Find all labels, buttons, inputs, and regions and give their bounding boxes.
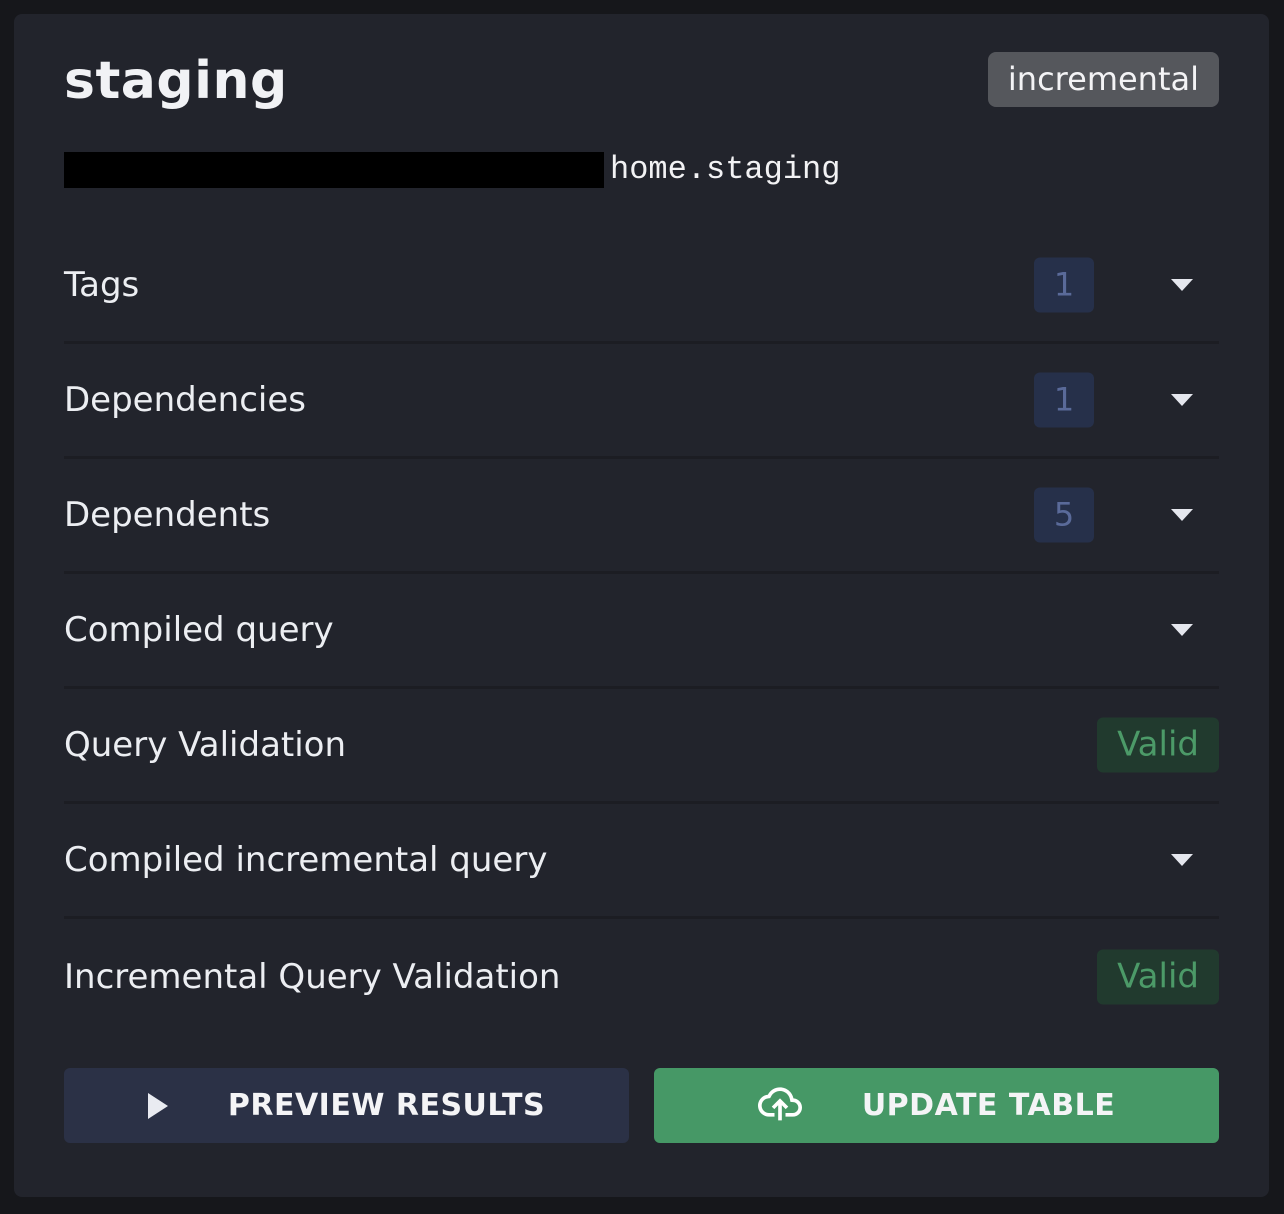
chevron-down-icon[interactable]: [1171, 854, 1193, 866]
chevron-down-icon[interactable]: [1171, 394, 1193, 406]
table-detail-panel: staging incremental home.staging Tags 1 …: [14, 14, 1269, 1197]
tags-count-badge: 1: [1034, 257, 1094, 313]
section-tags[interactable]: Tags 1: [64, 229, 1219, 344]
page-title: staging: [64, 51, 288, 111]
section-label: Query Validation: [64, 725, 347, 765]
preview-results-label: PREVIEW RESULTS: [227, 1088, 546, 1123]
dependents-count-badge: 5: [1034, 487, 1094, 543]
incremental-query-valid-badge: Valid: [1097, 949, 1219, 1004]
detail-sections: Tags 1 Dependencies 1 Dependents 5 Compi…: [64, 229, 1219, 1034]
section-query-validation: Query Validation Valid: [64, 689, 1219, 804]
redacted-path-prefix: [64, 152, 604, 188]
table-type-badge: incremental: [987, 52, 1219, 107]
chevron-down-icon[interactable]: [1171, 624, 1193, 636]
table-path: home.staging: [610, 151, 841, 188]
section-compiled-incremental-query[interactable]: Compiled incremental query: [64, 804, 1219, 919]
preview-results-button[interactable]: PREVIEW RESULTS: [64, 1068, 629, 1143]
section-dependents[interactable]: Dependents 5: [64, 459, 1219, 574]
section-label: Tags: [64, 265, 140, 305]
section-label: Incremental Query Validation: [64, 956, 561, 997]
section-compiled-query[interactable]: Compiled query: [64, 574, 1219, 689]
chevron-down-icon[interactable]: [1171, 279, 1193, 291]
section-incremental-query-validation: Incremental Query Validation Valid: [64, 919, 1219, 1034]
query-valid-badge: Valid: [1097, 717, 1219, 773]
section-label: Compiled incremental query: [64, 840, 548, 880]
update-table-label: UPDATE TABLE: [861, 1088, 1116, 1123]
section-label: Dependents: [64, 495, 271, 535]
chevron-down-icon[interactable]: [1171, 509, 1193, 521]
dependencies-count-badge: 1: [1034, 372, 1094, 428]
play-icon: [147, 1092, 168, 1119]
section-label: Compiled query: [64, 610, 334, 650]
cloud-upload-icon: [757, 1080, 802, 1132]
section-label: Dependencies: [64, 380, 306, 420]
section-dependencies[interactable]: Dependencies 1: [64, 344, 1219, 459]
update-table-button[interactable]: UPDATE TABLE: [654, 1068, 1219, 1143]
